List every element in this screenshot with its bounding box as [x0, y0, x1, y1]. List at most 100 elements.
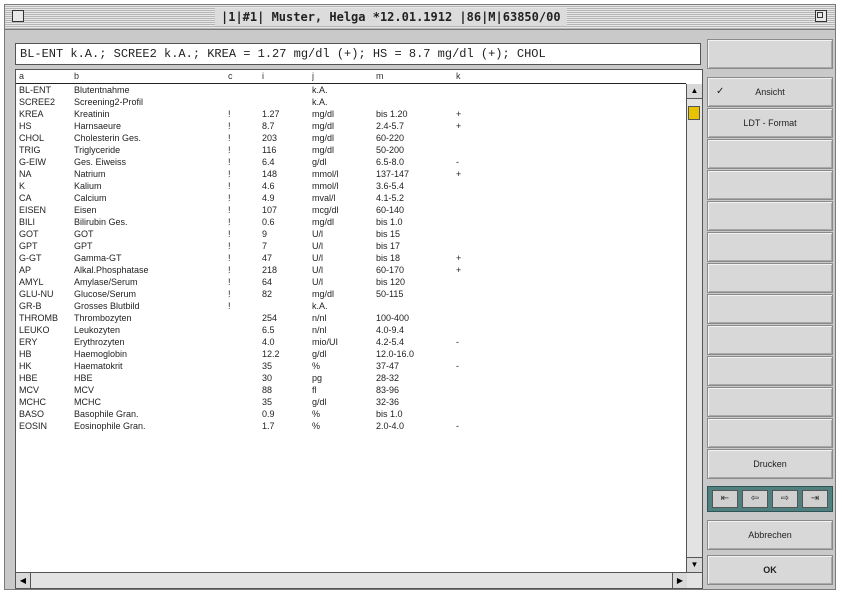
table-row[interactable]: EOSIN Eosinophile Gran. 1.7% 2.0-4.0 -	[16, 420, 686, 432]
previous-record-icon[interactable]: ⇦	[742, 490, 768, 508]
table-row[interactable]: HK Haematokrit 35% 37-47 -	[16, 360, 686, 372]
column-header-k[interactable]: k	[456, 70, 476, 83]
table-row[interactable]: G-GT Gamma-GT! 47 U/l bis 18 +	[16, 252, 686, 264]
table-row[interactable]: TRIG Triglyceride! 116 mg/dl 50-200	[16, 144, 686, 156]
table-row[interactable]: BASO Basophile Gran. 0.9% bis 1.0	[16, 408, 686, 420]
table-row[interactable]: GR-B Grosses Blutbild! k.A.	[16, 300, 686, 312]
column-header-i[interactable]: i	[262, 70, 302, 83]
cell-unit: mg/dl	[312, 133, 335, 143]
cell-value: 1.27	[262, 109, 280, 119]
scroll-left-icon[interactable]: ◀	[16, 573, 31, 588]
summary-field[interactable]: BL-ENT k.A.; SCREE2 k.A.; KREA = 1.27 mg…	[15, 43, 701, 65]
scroll-thumb[interactable]	[688, 106, 700, 120]
cell-code: BL-ENT	[19, 85, 52, 95]
scroll-up-icon[interactable]: ▲	[687, 84, 702, 99]
column-header-b[interactable]: b	[74, 70, 214, 83]
table-row[interactable]: KREA Kreatinin! 1.27 mg/dl bis 1.20 +	[16, 108, 686, 120]
empty-button-11[interactable]	[707, 387, 833, 417]
column-header-c[interactable]: c	[228, 70, 238, 83]
cell-code: G-EIW	[19, 157, 46, 167]
cell-value: 82	[262, 289, 273, 299]
table-row[interactable]: CHOL Cholesterin Ges.! 203 mg/dl 60-220	[16, 132, 686, 144]
table-row[interactable]: GOT GOT! 9 U/l bis 15	[16, 228, 686, 240]
empty-button-12[interactable]	[707, 418, 833, 448]
next-record-icon[interactable]: ⇨	[772, 490, 798, 508]
empty-button-8[interactable]	[707, 294, 833, 324]
cell-description: Alkal.Phosphatase	[74, 265, 149, 275]
cell-value: 1.7	[262, 421, 275, 431]
title-bar[interactable]: |1|#1| Muster, Helga *12.01.1912 |86|M|6…	[5, 5, 835, 30]
empty-button-3[interactable]	[707, 139, 833, 169]
table-row[interactable]: K Kalium! 4.6 mmol/l 3.6-5.4	[16, 180, 686, 192]
cell-unit: mmol/l	[312, 169, 339, 179]
cell-description: Eisen	[74, 205, 97, 215]
empty-button-4[interactable]	[707, 170, 833, 200]
table-row[interactable]: CA Calcium! 4.9 mval/l 4.1-5.2	[16, 192, 686, 204]
table-row[interactable]: BILI Bilirubin Ges.! 0.6 mg/dl bis 1.0	[16, 216, 686, 228]
table-body: BL-ENT Blutentnahme k.A. SCREE2 Screening2-P…	[16, 84, 686, 572]
cell-code: ERY	[19, 337, 38, 347]
cell-value: 30	[262, 373, 273, 383]
table-row[interactable]: MCV MCV 88 fl 83-96	[16, 384, 686, 396]
cell-reference-range: bis 15	[376, 229, 401, 239]
first-record-icon[interactable]: ⇤	[712, 490, 738, 508]
cell-unit: U/l	[312, 277, 323, 287]
empty-button-6[interactable]	[707, 232, 833, 262]
cell-description: Kalium	[74, 181, 102, 191]
table-row[interactable]: HS Harnsaeure! 8.7 mg/dl 2.4-5.7 +	[16, 120, 686, 132]
empty-button-9[interactable]	[707, 325, 833, 355]
scroll-right-icon[interactable]: ▶	[672, 573, 687, 588]
last-record-icon[interactable]: ⇥	[802, 490, 828, 508]
cell-unit: k.A.	[312, 97, 328, 107]
table-row[interactable]: LEUKO Leukozyten 6.5 n/nl 4.0-9.4	[16, 324, 686, 336]
table-row[interactable]: EISEN Eisen! 107 mcg/dl 60-140	[16, 204, 686, 216]
button-label: Ansicht	[755, 87, 785, 97]
close-box-icon[interactable]	[12, 10, 24, 22]
ok-button[interactable]: OK	[707, 555, 833, 585]
table-row[interactable]: ERY Erythrozyten 4.0 mio/UI 4.2-5.4 -	[16, 336, 686, 348]
cell-unit: fl	[312, 385, 317, 395]
cell-flag: !	[228, 241, 231, 251]
cell-flag: !	[228, 289, 231, 299]
cell-code: CA	[19, 193, 32, 203]
zoom-box-icon[interactable]	[815, 10, 827, 22]
table-row[interactable]: GPT GPT! 7 U/l bis 17	[16, 240, 686, 252]
table-row[interactable]: BL-ENT Blutentnahme k.A.	[16, 84, 686, 96]
table-row[interactable]: NA Natrium! 148 mmol/l 137-147 +	[16, 168, 686, 180]
ldt-format-button[interactable]: LDT - Format	[707, 108, 833, 138]
table-row[interactable]: AMYL Amylase/Serum! 64 U/l bis 120	[16, 276, 686, 288]
cancel-button[interactable]: Abbrechen	[707, 520, 833, 550]
cell-description: Eosinophile Gran.	[74, 421, 146, 431]
column-header-j[interactable]: j	[312, 70, 360, 83]
horizontal-scrollbar[interactable]: ◀ ▶	[16, 572, 702, 588]
column-header-a[interactable]: a	[19, 70, 71, 83]
table-row[interactable]: GLU-NU Glucose/Serum! 82 mg/dl 50-115	[16, 288, 686, 300]
cell-reference-range: 3.6-5.4	[376, 181, 405, 191]
table-row[interactable]: THROMB Thrombozyten 254 n/nl 100-400	[16, 312, 686, 324]
cell-code: KREA	[19, 109, 44, 119]
cell-description: Natrium	[74, 169, 106, 179]
table-row[interactable]: SCREE2 Screening2-Profil k.A.	[16, 96, 686, 108]
table-row[interactable]: MCHC MCHC 35 g/dl 32-36	[16, 396, 686, 408]
cell-reference-range: 4.1-5.2	[376, 193, 405, 203]
empty-button-5[interactable]	[707, 201, 833, 231]
table-row[interactable]: AP Alkal.Phosphatase! 218 U/l 60-170 +	[16, 264, 686, 276]
empty-button-0[interactable]	[707, 39, 833, 69]
empty-button-10[interactable]	[707, 356, 833, 386]
column-header-m[interactable]: m	[376, 70, 442, 83]
cell-reference-range: 6.5-8.0	[376, 157, 405, 167]
cell-flag: !	[228, 121, 231, 131]
cell-unit: mg/dl	[312, 289, 335, 299]
drucken-button[interactable]: Drucken	[707, 449, 833, 479]
ansicht-button[interactable]: ✓ Ansicht	[707, 77, 833, 107]
vertical-scrollbar[interactable]: ▲ ▼	[686, 84, 702, 572]
cell-unit: n/nl	[312, 325, 327, 335]
empty-button-7[interactable]	[707, 263, 833, 293]
cell-value: 35	[262, 397, 273, 407]
cell-reference-range: 60-220	[376, 133, 405, 143]
table-row[interactable]: HBE HBE 30 pg 28-32	[16, 372, 686, 384]
table-row[interactable]: G-EIW Ges. Eiweiss! 6.4 g/dl 6.5-8.0 -	[16, 156, 686, 168]
scroll-down-icon[interactable]: ▼	[687, 557, 702, 572]
table-row[interactable]: HB Haemoglobin 12.2 g/dl 12.0-16.0	[16, 348, 686, 360]
cell-code: CHOL	[19, 133, 45, 143]
